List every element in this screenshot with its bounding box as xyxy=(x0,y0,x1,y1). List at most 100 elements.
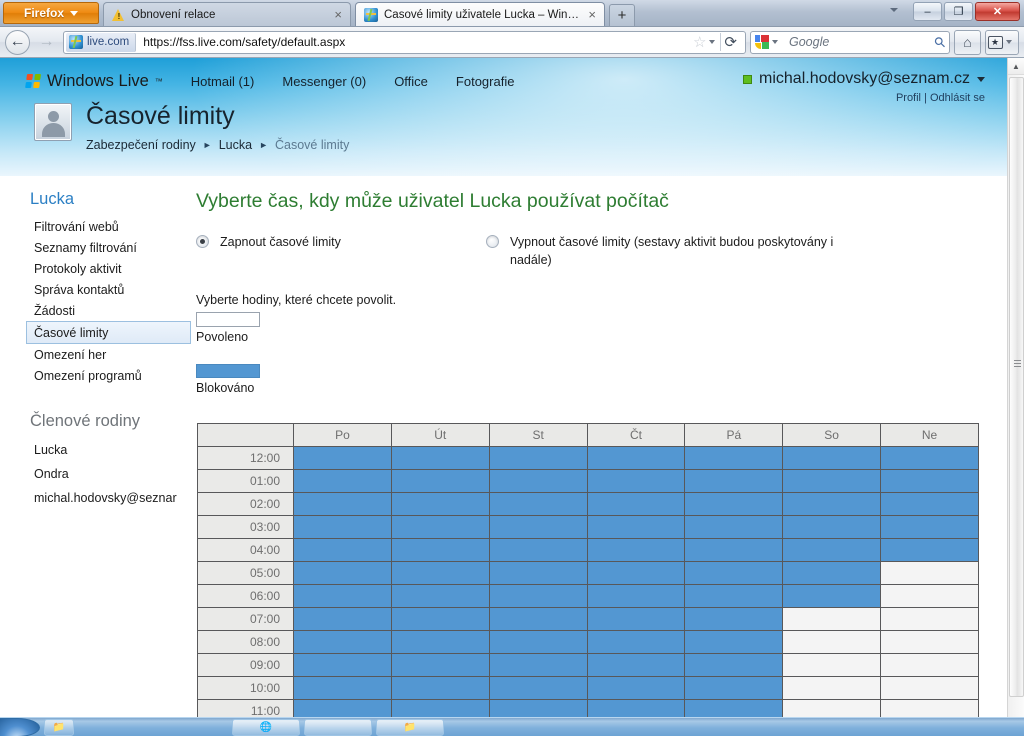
schedule-cell-Pá-02:00[interactable] xyxy=(684,492,784,517)
schedule-cell-Po-11:00[interactable] xyxy=(293,699,392,717)
back-button[interactable]: ← xyxy=(5,29,30,55)
close-icon[interactable]: × xyxy=(586,8,598,21)
schedule-cell-Čt-08:00[interactable] xyxy=(586,630,686,655)
taskbar-task-firefox[interactable]: 🌐 xyxy=(232,718,300,736)
schedule-time-label[interactable]: 12:00 xyxy=(197,446,294,471)
schedule-cell-So-08:00[interactable] xyxy=(782,630,882,655)
schedule-cell-St-06:00[interactable] xyxy=(488,584,588,609)
restore-button[interactable]: ❐ xyxy=(944,2,973,21)
schedule-cell-Út-09:00[interactable] xyxy=(390,653,490,678)
reload-icon[interactable]: ⟳ xyxy=(720,33,743,51)
schedule-cell-Pá-06:00[interactable] xyxy=(684,584,784,609)
schedule-cell-Po-02:00[interactable] xyxy=(293,492,392,517)
site-identity-button[interactable]: live.com xyxy=(66,32,137,52)
schedule-cell-Po-12:00[interactable] xyxy=(293,446,392,471)
minimize-button[interactable]: – xyxy=(913,2,942,21)
address-bar[interactable]: live.com https://fss.live.com/safety/def… xyxy=(63,30,746,54)
sidebar-item-omezeni-programu[interactable]: Omezení programů xyxy=(30,365,196,386)
new-tab-button[interactable]: + xyxy=(609,4,635,26)
schedule-cell-Ne-11:00[interactable] xyxy=(880,699,979,717)
schedule-cell-Čt-06:00[interactable] xyxy=(586,584,686,609)
schedule-cell-Po-07:00[interactable] xyxy=(293,607,392,632)
schedule-cell-St-01:00[interactable] xyxy=(488,469,588,494)
schedule-cell-Po-05:00[interactable] xyxy=(293,561,392,586)
scroll-up-arrow-icon[interactable]: ▲ xyxy=(1008,58,1024,75)
sidebar-item-omezeni-her[interactable]: Omezení her xyxy=(30,344,196,365)
schedule-time-label[interactable]: 01:00 xyxy=(197,469,294,494)
nav-link-messenger[interactable]: Messenger (0) xyxy=(282,74,366,89)
schedule-cell-St-08:00[interactable] xyxy=(488,630,588,655)
schedule-cell-So-09:00[interactable] xyxy=(782,653,882,678)
schedule-cell-Ne-10:00[interactable] xyxy=(880,676,979,701)
schedule-cell-So-03:00[interactable] xyxy=(782,515,882,540)
schedule-cell-Ne-06:00[interactable] xyxy=(880,584,979,609)
search-icon[interactable]: ⚲ xyxy=(930,32,949,51)
schedule-cell-Út-05:00[interactable] xyxy=(390,561,490,586)
firefox-menu-button[interactable]: Firefox xyxy=(3,2,99,24)
schedule-cell-Po-10:00[interactable] xyxy=(293,676,392,701)
schedule-time-label[interactable]: 05:00 xyxy=(197,561,294,586)
schedule-cell-So-02:00[interactable] xyxy=(782,492,882,517)
schedule-cell-So-07:00[interactable] xyxy=(782,607,882,632)
radio-enable-time-limits[interactable] xyxy=(196,235,209,248)
schedule-cell-Ne-07:00[interactable] xyxy=(880,607,979,632)
schedule-time-label[interactable]: 11:00 xyxy=(197,699,294,717)
schedule-cell-Čt-07:00[interactable] xyxy=(586,607,686,632)
sidebar-item-zadosti[interactable]: Žádosti xyxy=(30,300,196,321)
schedule-time-label[interactable]: 07:00 xyxy=(197,607,294,632)
schedule-cell-So-10:00[interactable] xyxy=(782,676,882,701)
schedule-cell-Út-02:00[interactable] xyxy=(390,492,490,517)
schedule-cell-Čt-05:00[interactable] xyxy=(586,561,686,586)
start-button[interactable] xyxy=(0,718,40,736)
schedule-time-label[interactable]: 06:00 xyxy=(197,584,294,609)
sidebar-item-sprava-kontaktu[interactable]: Správa kontaktů xyxy=(30,279,196,300)
sidebar-item-casove-limity[interactable]: Časové limity xyxy=(26,321,191,344)
schedule-cell-Út-01:00[interactable] xyxy=(390,469,490,494)
taskbar-task-explorer[interactable]: 📁 xyxy=(376,718,444,736)
schedule-cell-Pá-11:00[interactable] xyxy=(684,699,784,717)
sidebar-item-filtrovani-webu[interactable]: Filtrování webů xyxy=(30,216,196,237)
schedule-cell-So-01:00[interactable] xyxy=(782,469,882,494)
schedule-cell-Po-01:00[interactable] xyxy=(293,469,392,494)
schedule-time-label[interactable]: 02:00 xyxy=(197,492,294,517)
schedule-cell-Ne-04:00[interactable] xyxy=(880,538,979,563)
schedule-cell-Út-07:00[interactable] xyxy=(390,607,490,632)
scrollbar-thumb[interactable] xyxy=(1009,77,1024,697)
schedule-cell-Ne-03:00[interactable] xyxy=(880,515,979,540)
schedule-cell-So-12:00[interactable] xyxy=(782,446,882,471)
schedule-cell-Čt-12:00[interactable] xyxy=(586,446,686,471)
taskbar-task-window[interactable] xyxy=(304,718,372,736)
schedule-cell-Po-06:00[interactable] xyxy=(293,584,392,609)
schedule-cell-Ne-02:00[interactable] xyxy=(880,492,979,517)
radio-disable-time-limits[interactable] xyxy=(486,235,499,248)
schedule-day-header-Út[interactable]: Út xyxy=(390,423,490,448)
schedule-day-header-Po[interactable]: Po xyxy=(293,423,392,448)
schedule-cell-Ne-01:00[interactable] xyxy=(880,469,979,494)
user-account-links[interactable]: Profil | Odhlásit se xyxy=(743,92,985,104)
schedule-cell-Pá-05:00[interactable] xyxy=(684,561,784,586)
schedule-cell-Ne-08:00[interactable] xyxy=(880,630,979,655)
schedule-cell-Út-03:00[interactable] xyxy=(390,515,490,540)
schedule-cell-Pá-10:00[interactable] xyxy=(684,676,784,701)
schedule-cell-Po-08:00[interactable] xyxy=(293,630,392,655)
schedule-cell-St-10:00[interactable] xyxy=(488,676,588,701)
schedule-cell-So-04:00[interactable] xyxy=(782,538,882,563)
schedule-cell-St-11:00[interactable] xyxy=(488,699,588,717)
schedule-cell-Út-06:00[interactable] xyxy=(390,584,490,609)
nav-link-office[interactable]: Office xyxy=(394,74,428,89)
schedule-cell-Pá-04:00[interactable] xyxy=(684,538,784,563)
chevron-down-icon[interactable] xyxy=(709,40,716,44)
schedule-day-header-Pá[interactable]: Pá xyxy=(684,423,784,448)
browser-tab-2[interactable]: Časové limity uživatele Lucka – Wind... … xyxy=(355,2,605,26)
close-icon[interactable]: × xyxy=(332,8,344,21)
schedule-cell-St-12:00[interactable] xyxy=(488,446,588,471)
schedule-cell-St-04:00[interactable] xyxy=(488,538,588,563)
tab-list-chevron-icon[interactable] xyxy=(890,8,898,12)
schedule-cell-Út-11:00[interactable] xyxy=(390,699,490,717)
forward-button[interactable]: → xyxy=(34,30,59,55)
schedule-cell-Čt-09:00[interactable] xyxy=(586,653,686,678)
schedule-cell-Po-09:00[interactable] xyxy=(293,653,392,678)
schedule-cell-Čt-04:00[interactable] xyxy=(586,538,686,563)
schedule-cell-St-03:00[interactable] xyxy=(488,515,588,540)
nav-link-hotmail[interactable]: Hotmail (1) xyxy=(191,74,255,89)
